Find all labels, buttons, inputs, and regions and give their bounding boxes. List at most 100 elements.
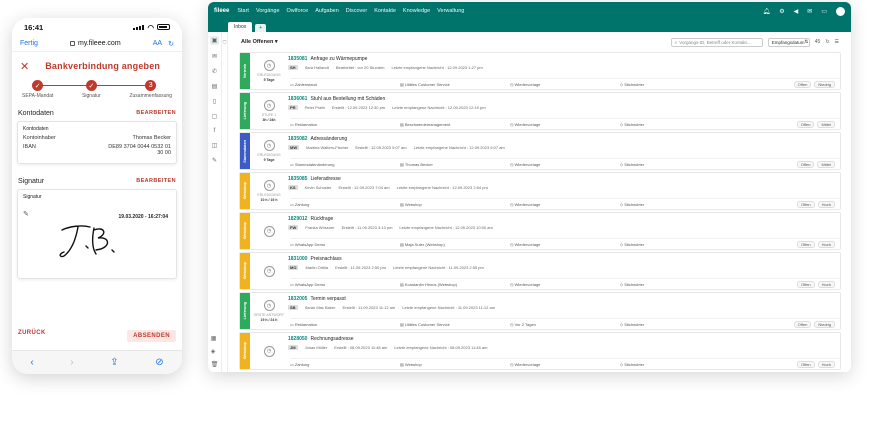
filter-icon[interactable]: ⛉ <box>222 40 227 46</box>
status-circle-icon: ◷ <box>263 225 275 237</box>
edit-kontodaten-button[interactable]: BEARBEITEN <box>136 110 176 117</box>
inbox-icon[interactable]: ▣ <box>209 36 220 45</box>
status-badge[interactable]: Offen <box>796 160 815 168</box>
menu-icon[interactable]: ☰ <box>835 39 839 45</box>
nav-verwaltung[interactable]: Verwaltung <box>437 8 464 14</box>
ticket-id[interactable]: 1835082 <box>288 136 307 142</box>
back-button[interactable]: ZURÜCK <box>18 330 46 342</box>
priority-badge[interactable]: Mittel <box>817 120 835 128</box>
search-input[interactable]: ⌕ Vorgangs-ID, Betreff oder Kontakt... <box>670 37 763 47</box>
ticket-followup[interactable]: ◷ Vor 2 Tagen <box>510 322 620 327</box>
close-icon[interactable]: ✕ <box>20 60 29 73</box>
add-tab-button[interactable]: + <box>255 24 267 32</box>
submit-button[interactable]: ABSENDEN <box>127 330 176 342</box>
ticket-keywords[interactable]: ◇ Stichwörter <box>620 362 730 367</box>
edit-signatur-button[interactable]: BEARBEITEN <box>136 178 176 185</box>
ticket-team: ▤ Webshop <box>400 201 422 207</box>
nav-start[interactable]: Start <box>237 8 249 14</box>
ticket-id[interactable]: 1835085 <box>288 176 307 182</box>
ticket-id[interactable]: 1828050 <box>288 336 307 342</box>
contact-card-icon[interactable]: ▤ <box>212 83 218 90</box>
status-badge[interactable]: Offen <box>793 80 812 88</box>
status-badge[interactable]: Offen <box>796 120 815 128</box>
ticket-row[interactable]: Webshop ◷ ERLEDIGUNG 10 h / 19 h 1835085 Lief… <box>239 172 841 210</box>
document-icon[interactable]: ▯ <box>213 98 216 105</box>
reload-icon[interactable]: ↻ <box>168 40 174 48</box>
nav-knowledge[interactable]: Knowledge <box>403 8 430 14</box>
done-button[interactable]: Fertig <box>20 40 38 47</box>
priority-badge[interactable]: Hoch <box>817 200 835 208</box>
avatar-initials: MW <box>288 145 300 150</box>
share-icon[interactable]: ⇪ <box>110 357 118 368</box>
status-badge[interactable]: Offen <box>796 240 815 248</box>
nav-discover[interactable]: Discover <box>346 8 367 14</box>
layers-icon[interactable]: ◈ <box>211 348 219 355</box>
nav-owlforce[interactable]: Owlforce <box>287 8 309 14</box>
ticket-followup[interactable]: ◷ Wiedervorlage <box>510 122 620 127</box>
compass-icon[interactable]: ⊘ <box>155 357 163 368</box>
screen-icon[interactable]: ▭ <box>821 8 827 15</box>
mail-icon[interactable]: ✉ <box>807 8 812 15</box>
tab-inbox[interactable]: Inbox <box>228 22 253 32</box>
ticket-keywords[interactable]: ◇ Stichwörter <box>620 82 730 87</box>
nav-kontakte[interactable]: Kontakte <box>374 8 396 14</box>
message-icon[interactable]: ◫ <box>212 142 218 149</box>
ticket-followup[interactable]: ◷ Wiedervorlage <box>510 202 620 207</box>
ticket-followup[interactable]: ◷ Wiedervorlage <box>510 362 620 367</box>
ticket-id[interactable]: 1829012 <box>288 216 307 222</box>
sort-dropdown[interactable]: Empfangsdatum ⇅ <box>767 37 810 47</box>
ticket-row[interactable]: Lieferung ◷ ERSTE ANTWORT 19 h / 24 h 183200… <box>239 292 841 330</box>
ticket-keywords[interactable]: ◇ Stichwörter <box>620 322 730 327</box>
ticket-keywords[interactable]: ◇ Stichwörter <box>620 242 730 247</box>
ticket-id[interactable]: 1831000 <box>288 256 307 262</box>
ticket-row[interactable]: Stammdaten ◷ ERLEDIGUNG 9 Tage 1835082 Adress… <box>239 132 841 170</box>
ticket-followup[interactable]: ◷ Wiedervorlage <box>510 82 620 87</box>
forward-arrow-icon[interactable]: › <box>70 357 73 368</box>
ticket-keywords[interactable]: ◇ Stichwörter <box>620 122 730 127</box>
ticket-row[interactable]: Vertrieb ◷ ERLEDIGUNG 5 Tage 1835081 Anfrage … <box>239 52 841 90</box>
status-filter-dropdown[interactable]: Alle Offenen ▾ <box>241 39 278 45</box>
signature-edit-icon[interactable]: ✎ <box>23 211 29 218</box>
priority-badge[interactable]: Hoch <box>817 280 835 288</box>
status-badge[interactable]: Offen <box>796 360 815 368</box>
address[interactable]: my.fileee.com <box>70 40 121 47</box>
nav-vorgaenge[interactable]: Vorgänge <box>256 8 280 14</box>
app-logo[interactable]: fileee <box>214 8 229 14</box>
ticket-id[interactable]: 1836061 <box>288 96 307 102</box>
status-badge[interactable]: Offen <box>796 200 815 208</box>
avatar[interactable] <box>836 6 845 16</box>
ticket-row[interactable]: Lieferung ◷ STUFE 1 3h / 24h 1836061 Stuhl au… <box>239 92 841 130</box>
megaphone-icon[interactable]: ◀ <box>794 8 799 15</box>
ticket-followup[interactable]: ◷ Wiedervorlage <box>510 162 620 167</box>
text-size-button[interactable]: AA <box>153 40 162 48</box>
gear-icon[interactable]: ⚙ <box>779 8 784 15</box>
ticket-row[interactable]: Webshop ◷ 1828050 Rechnungsadresse JM Jonas M… <box>239 332 841 370</box>
priority-badge[interactable]: Niedrig <box>814 80 835 88</box>
priority-badge[interactable]: Mittel <box>817 160 835 168</box>
phone-icon[interactable]: ✆ <box>212 68 217 75</box>
calendar-icon[interactable]: ▦ <box>211 335 219 342</box>
priority-badge[interactable]: Niedrig <box>814 320 835 328</box>
ticket-keywords[interactable]: ◇ Stichwörter <box>620 282 730 287</box>
ticket-followup[interactable]: ◷ Wiedervorlage <box>510 282 620 287</box>
ticket-followup[interactable]: ◷ Wiedervorlage <box>510 242 620 247</box>
nav-aufgaben[interactable]: Aufgaben <box>315 8 339 14</box>
edit-icon[interactable]: ✎ <box>212 157 217 164</box>
trash-icon[interactable]: 🗑︎ <box>211 361 219 368</box>
priority-badge[interactable]: Hoch <box>817 240 835 248</box>
mail-icon[interactable]: ✉ <box>212 53 217 60</box>
ticket-keywords[interactable]: ◇ Stichwörter <box>620 162 730 167</box>
bell-icon[interactable]: 🔔︎ <box>763 8 771 15</box>
priority-badge[interactable]: Hoch <box>817 360 835 368</box>
back-arrow-icon[interactable]: ‹ <box>30 357 33 368</box>
refresh-icon[interactable]: ↻ <box>825 39 829 45</box>
facebook-icon[interactable]: f <box>214 128 216 134</box>
ticket-id[interactable]: 1832005 <box>288 296 307 302</box>
ticket-row[interactable]: Webshop ◷ 1831000 Preisnachlass MO Martin Ort… <box>239 252 841 290</box>
ticket-row[interactable]: Webshop ◷ 1829012 Rückfrage FW Franka Wössner… <box>239 212 841 250</box>
status-badge[interactable]: Offen <box>793 320 812 328</box>
ticket-keywords[interactable]: ◇ Stichwörter <box>620 202 730 207</box>
ticket-id[interactable]: 1835081 <box>288 56 307 62</box>
chat-icon[interactable]: ▢ <box>212 113 218 120</box>
status-badge[interactable]: Offen <box>796 280 815 288</box>
